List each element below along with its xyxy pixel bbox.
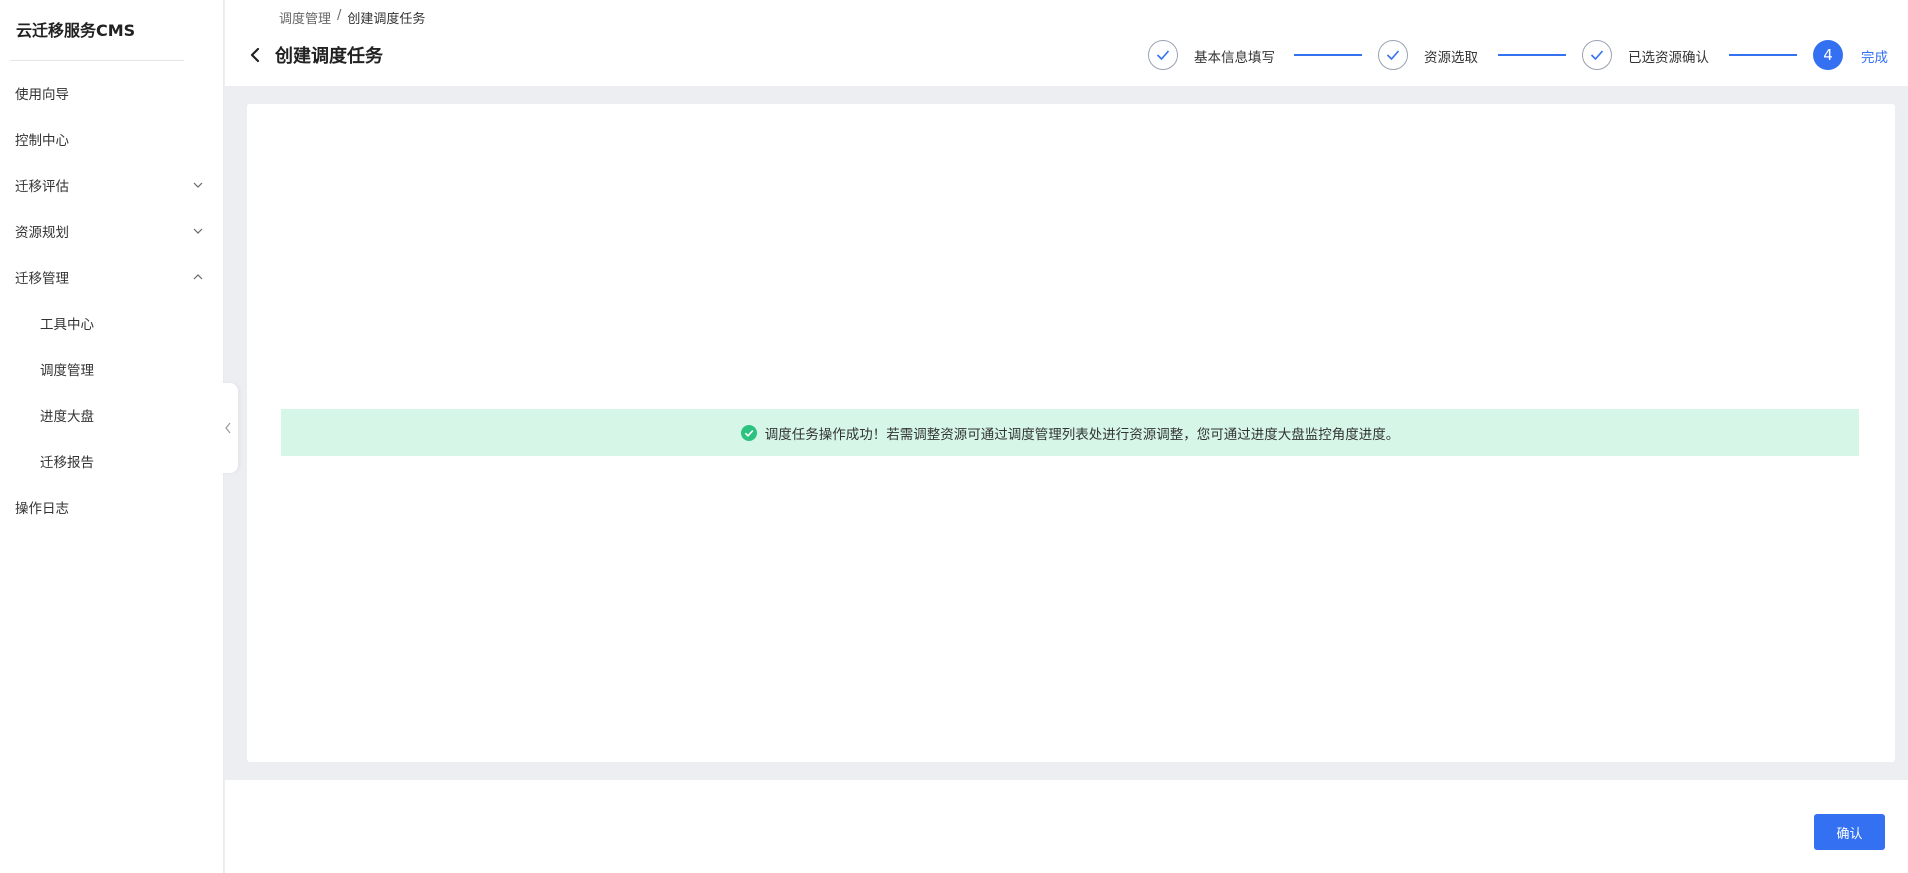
sidebar-item-label: 迁移评估 <box>15 179 69 195</box>
sidebar-item-label: 使用向导 <box>15 87 69 103</box>
page-header: 调度管理 / 创建调度任务 创建调度任务 基本信息填写 资源选取 已选资源确认 … <box>225 0 1908 86</box>
sidebar-item-tool-center[interactable]: 工具中心 <box>0 300 224 346</box>
brand-title: 云迁移服务CMS <box>16 21 136 40</box>
sidebar: 云迁移服务CMS 使用向导 控制中心 迁移评估 资源规划 迁移管理 工具中心 调… <box>0 0 224 873</box>
sidebar-item-guide[interactable]: 使用向导 <box>0 70 224 116</box>
sidebar-item-operation-log[interactable]: 操作日志 <box>0 484 224 530</box>
step-connector <box>1498 54 1566 56</box>
page-footer: 确认 <box>225 780 1908 873</box>
breadcrumb-separator: / <box>337 8 342 23</box>
step-2-check-icon <box>1378 40 1408 70</box>
sidebar-item-resource-planning[interactable]: 资源规划 <box>0 208 224 254</box>
sidebar-item-label: 操作日志 <box>15 501 69 517</box>
step-progress: 基本信息填写 资源选取 已选资源确认 4 完成 <box>225 40 1908 72</box>
chevron-left-icon <box>225 422 231 434</box>
divider <box>10 60 184 61</box>
step-connector <box>1294 54 1362 56</box>
step-1-label: 基本信息填写 <box>1194 50 1275 66</box>
step-3-check-icon <box>1582 40 1612 70</box>
check-circle-icon <box>740 424 757 441</box>
sidebar-item-label: 进度大盘 <box>40 409 94 425</box>
sidebar-item-label: 控制中心 <box>15 133 69 149</box>
chevron-up-icon <box>192 271 204 283</box>
sidebar-nav: 使用向导 控制中心 迁移评估 资源规划 迁移管理 工具中心 调度管理 进度大盘 … <box>0 70 224 530</box>
chevron-down-icon <box>192 179 204 191</box>
step-4-label: 完成 <box>1861 50 1888 66</box>
confirm-button[interactable]: 确认 <box>1814 814 1885 850</box>
breadcrumb-current: 创建调度任务 <box>347 12 426 27</box>
success-alert: 调度任务操作成功！若需调整资源可通过调度管理列表处进行资源调整，您可通过进度大盘… <box>281 409 1859 456</box>
sidebar-item-control-center[interactable]: 控制中心 <box>0 116 224 162</box>
sidebar-collapse-toggle[interactable] <box>218 383 238 473</box>
sidebar-item-label: 迁移管理 <box>15 271 69 287</box>
alert-message: 调度任务操作成功！若需调整资源可通过调度管理列表处进行资源调整，您可通过进度大盘… <box>764 426 1400 443</box>
step-2-label: 资源选取 <box>1424 50 1478 66</box>
step-3-label: 已选资源确认 <box>1628 50 1709 66</box>
breadcrumb-parent-link[interactable]: 调度管理 <box>279 8 331 27</box>
sidebar-item-progress-dashboard[interactable]: 进度大盘 <box>0 392 224 438</box>
content-card: 调度任务操作成功！若需调整资源可通过调度管理列表处进行资源调整，您可通过进度大盘… <box>247 104 1895 762</box>
step-1-check-icon <box>1148 40 1178 70</box>
sidebar-item-label: 调度管理 <box>40 363 94 379</box>
sidebar-item-migration-management[interactable]: 迁移管理 <box>0 254 224 300</box>
sidebar-item-label: 工具中心 <box>40 317 94 333</box>
step-4-number: 4 <box>1813 40 1843 70</box>
step-connector <box>1729 54 1797 56</box>
sidebar-item-schedule-management[interactable]: 调度管理 <box>0 346 224 392</box>
breadcrumb: 调度管理 / 创建调度任务 <box>279 8 425 27</box>
sidebar-item-label: 迁移报告 <box>40 455 94 471</box>
sidebar-item-migration-report[interactable]: 迁移报告 <box>0 438 224 484</box>
sidebar-item-label: 资源规划 <box>15 225 69 241</box>
chevron-down-icon <box>192 225 204 237</box>
sidebar-item-migration-assessment[interactable]: 迁移评估 <box>0 162 224 208</box>
